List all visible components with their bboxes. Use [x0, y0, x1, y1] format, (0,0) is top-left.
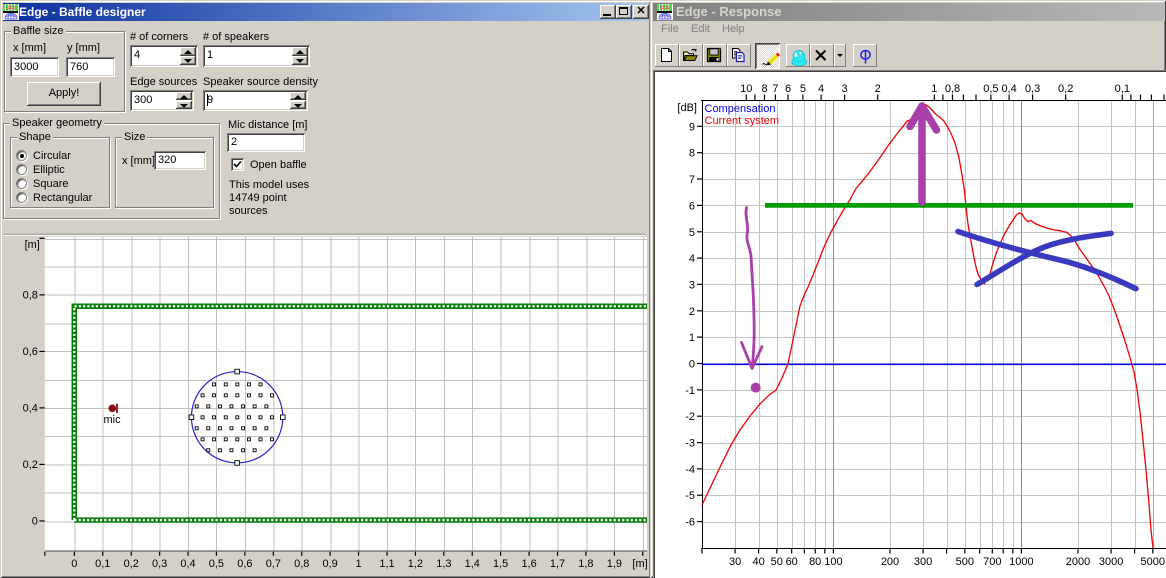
svg-text:200: 200 [881, 556, 899, 568]
svg-text:3000: 3000 [1099, 556, 1123, 568]
svg-text:5: 5 [800, 83, 806, 95]
svg-text:0,9: 0,9 [322, 558, 337, 570]
svg-text:1: 1 [356, 558, 362, 570]
svg-text:-1: -1 [685, 385, 695, 397]
svg-text:1,8: 1,8 [578, 558, 593, 570]
svg-text:500: 500 [956, 556, 974, 568]
svg-text:-2: -2 [685, 411, 695, 423]
svg-text:mic: mic [104, 414, 122, 426]
svg-text:[m]: [m] [25, 239, 40, 251]
svg-text:9: 9 [689, 121, 695, 133]
svg-text:0,1: 0,1 [1115, 83, 1130, 95]
svg-text:0: 0 [71, 558, 77, 570]
svg-text:1,2: 1,2 [408, 558, 423, 570]
svg-text:4: 4 [818, 83, 824, 95]
svg-text:1,7: 1,7 [550, 558, 565, 570]
svg-text:1,6: 1,6 [521, 558, 536, 570]
svg-text:0,1: 0,1 [95, 558, 110, 570]
svg-text:0,4: 0,4 [180, 558, 195, 570]
svg-text:300: 300 [914, 556, 932, 568]
svg-text:40: 40 [752, 556, 764, 568]
svg-text:0,6: 0,6 [23, 346, 38, 358]
svg-text:0,3: 0,3 [152, 558, 167, 570]
svg-text:7: 7 [772, 83, 778, 95]
svg-text:100: 100 [824, 556, 842, 568]
svg-text:0: 0 [32, 516, 38, 528]
svg-text:0,5: 0,5 [983, 83, 998, 95]
svg-text:7: 7 [689, 174, 695, 186]
svg-text:-3: -3 [685, 438, 695, 450]
svg-text:Current system: Current system [705, 115, 780, 127]
svg-text:700: 700 [983, 556, 1001, 568]
svg-text:0,8: 0,8 [945, 83, 960, 95]
svg-text:Compensation: Compensation [705, 103, 776, 115]
svg-text:-6: -6 [685, 517, 695, 529]
svg-text:1,3: 1,3 [436, 558, 451, 570]
svg-text:1,9: 1,9 [607, 558, 622, 570]
svg-text:0,2: 0,2 [124, 558, 139, 570]
svg-text:1: 1 [931, 83, 937, 95]
svg-text:[m]: [m] [632, 558, 647, 570]
svg-text:10: 10 [740, 83, 752, 95]
svg-text:1,1: 1,1 [379, 558, 394, 570]
svg-text:0,8: 0,8 [23, 290, 38, 302]
svg-text:1,4: 1,4 [465, 558, 480, 570]
svg-text:0,4: 0,4 [1001, 83, 1016, 95]
svg-text:6: 6 [785, 83, 791, 95]
svg-text:-5: -5 [685, 490, 695, 502]
svg-text:3: 3 [842, 83, 848, 95]
svg-text:0,8: 0,8 [294, 558, 309, 570]
svg-text:5000: 5000 [1141, 556, 1165, 568]
svg-text:0: 0 [689, 359, 695, 371]
svg-text:0,6: 0,6 [237, 558, 252, 570]
svg-text:2: 2 [875, 83, 881, 95]
svg-text:8: 8 [761, 83, 767, 95]
svg-text:50: 50 [771, 556, 783, 568]
svg-text:[dB]: [dB] [677, 102, 697, 114]
svg-text:0,2: 0,2 [1058, 83, 1073, 95]
svg-text:5: 5 [689, 227, 695, 239]
svg-text:0,3: 0,3 [1025, 83, 1040, 95]
svg-text:1: 1 [689, 332, 695, 344]
svg-text:0,2: 0,2 [23, 459, 38, 471]
svg-text:3: 3 [689, 279, 695, 291]
svg-text:1000: 1000 [1009, 556, 1033, 568]
svg-text:0,7: 0,7 [266, 558, 281, 570]
svg-text:6: 6 [689, 200, 695, 212]
svg-text:4: 4 [689, 253, 695, 265]
svg-text:0,4: 0,4 [23, 403, 38, 415]
svg-text:60: 60 [786, 556, 798, 568]
svg-text:30: 30 [729, 556, 741, 568]
svg-text:8: 8 [689, 148, 695, 160]
svg-text:0,5: 0,5 [209, 558, 224, 570]
svg-text:80: 80 [809, 556, 821, 568]
svg-text:2000: 2000 [1066, 556, 1090, 568]
svg-text:2: 2 [689, 306, 695, 318]
svg-text:-4: -4 [685, 464, 695, 476]
svg-text:1,5: 1,5 [493, 558, 508, 570]
